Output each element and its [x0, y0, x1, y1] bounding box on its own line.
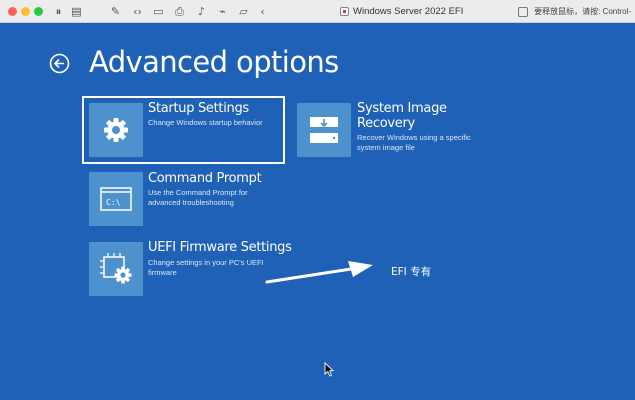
annotation-arrow [265, 261, 373, 284]
system-image-recovery-title-line-1: System Image [357, 101, 447, 116]
command-prompt-tile: C:\ [89, 172, 143, 226]
system-image-recovery-description-line-1: Recover Windows using a specific [357, 133, 471, 142]
window-title: Windows Server 2022 EFI [353, 6, 464, 17]
close-window-button[interactable] [8, 7, 17, 16]
usb-icon[interactable]: ⌁ [216, 5, 229, 18]
toolbar-right: 要释放鼠标，请按: Control- [518, 4, 631, 19]
uefi-firmware-tile [89, 242, 143, 296]
annotation-label: EFI 专有 [391, 266, 432, 278]
snapshot-icon[interactable]: ▤ [70, 5, 83, 18]
command-prompt-tile-text: C:\ [106, 198, 121, 207]
startup-settings-title: Startup Settings [148, 101, 249, 116]
gear-icon [104, 118, 128, 142]
vm-icon [340, 7, 349, 16]
vm-toolbar: ⏸ ▤ ✎ ‹› ▭ ⎙ ♪ ⌁ ▱ ‹ Windows Server 2022… [0, 0, 635, 23]
system-image-tile [297, 103, 351, 157]
zoom-window-button[interactable] [34, 7, 43, 16]
uefi-firmware-description-line-2: firmware [148, 268, 177, 277]
hard-disk-icon[interactable]: ▭ [152, 5, 165, 18]
speaker-icon[interactable]: ♪ [195, 5, 208, 18]
option-command-prompt[interactable]: C:\ Command Prompt Use the Command Promp… [89, 170, 279, 228]
command-prompt-icon: C:\ [100, 187, 132, 211]
option-startup-settings[interactable]: Startup Settings Change Windows startup … [82, 96, 285, 164]
minimize-window-button[interactable] [21, 7, 30, 16]
back-arrow-button[interactable] [49, 53, 70, 74]
option-uefi-firmware-settings[interactable]: UEFI Firmware Settings Change settings i… [89, 240, 292, 298]
back-arrow-icon[interactable]: ‹ [256, 5, 269, 18]
system-image-recovery-title-line-2: Recovery [357, 116, 415, 131]
uefi-firmware-settings-title: UEFI Firmware Settings [148, 240, 292, 255]
pause-icon[interactable]: ⏸ [52, 5, 65, 18]
shared-folder-icon[interactable]: ▱ [237, 5, 250, 18]
startup-settings-tile [89, 103, 143, 157]
printer-icon[interactable]: ⎙ [173, 5, 186, 18]
page-title: Advanced options [89, 45, 339, 79]
startup-settings-description: Change Windows startup behavior [148, 118, 263, 127]
mouse-cursor-icon [324, 362, 334, 377]
code-icon[interactable]: ‹› [131, 5, 144, 18]
command-prompt-title: Command Prompt [148, 171, 262, 186]
option-system-image-recovery[interactable]: System Image Recovery Recover Windows us… [297, 101, 487, 159]
command-prompt-description-line-1: Use the Command Prompt for [148, 188, 248, 197]
system-image-icon [310, 117, 338, 143]
window-title-area: Windows Server 2022 EFI [340, 4, 463, 19]
settings-wrench-icon[interactable]: ✎ [109, 5, 122, 18]
mouse-release-hint: 要释放鼠标，请按: Control- [534, 7, 631, 16]
command-prompt-description-line-2: advanced troubleshooting [148, 198, 234, 207]
uefi-firmware-description-line-1: Change settings in your PC's UEFI [148, 258, 264, 267]
system-image-recovery-description-line-2: system image file [357, 143, 415, 152]
fullscreen-icon[interactable] [518, 6, 529, 17]
uefi-firmware-icon [100, 253, 132, 284]
